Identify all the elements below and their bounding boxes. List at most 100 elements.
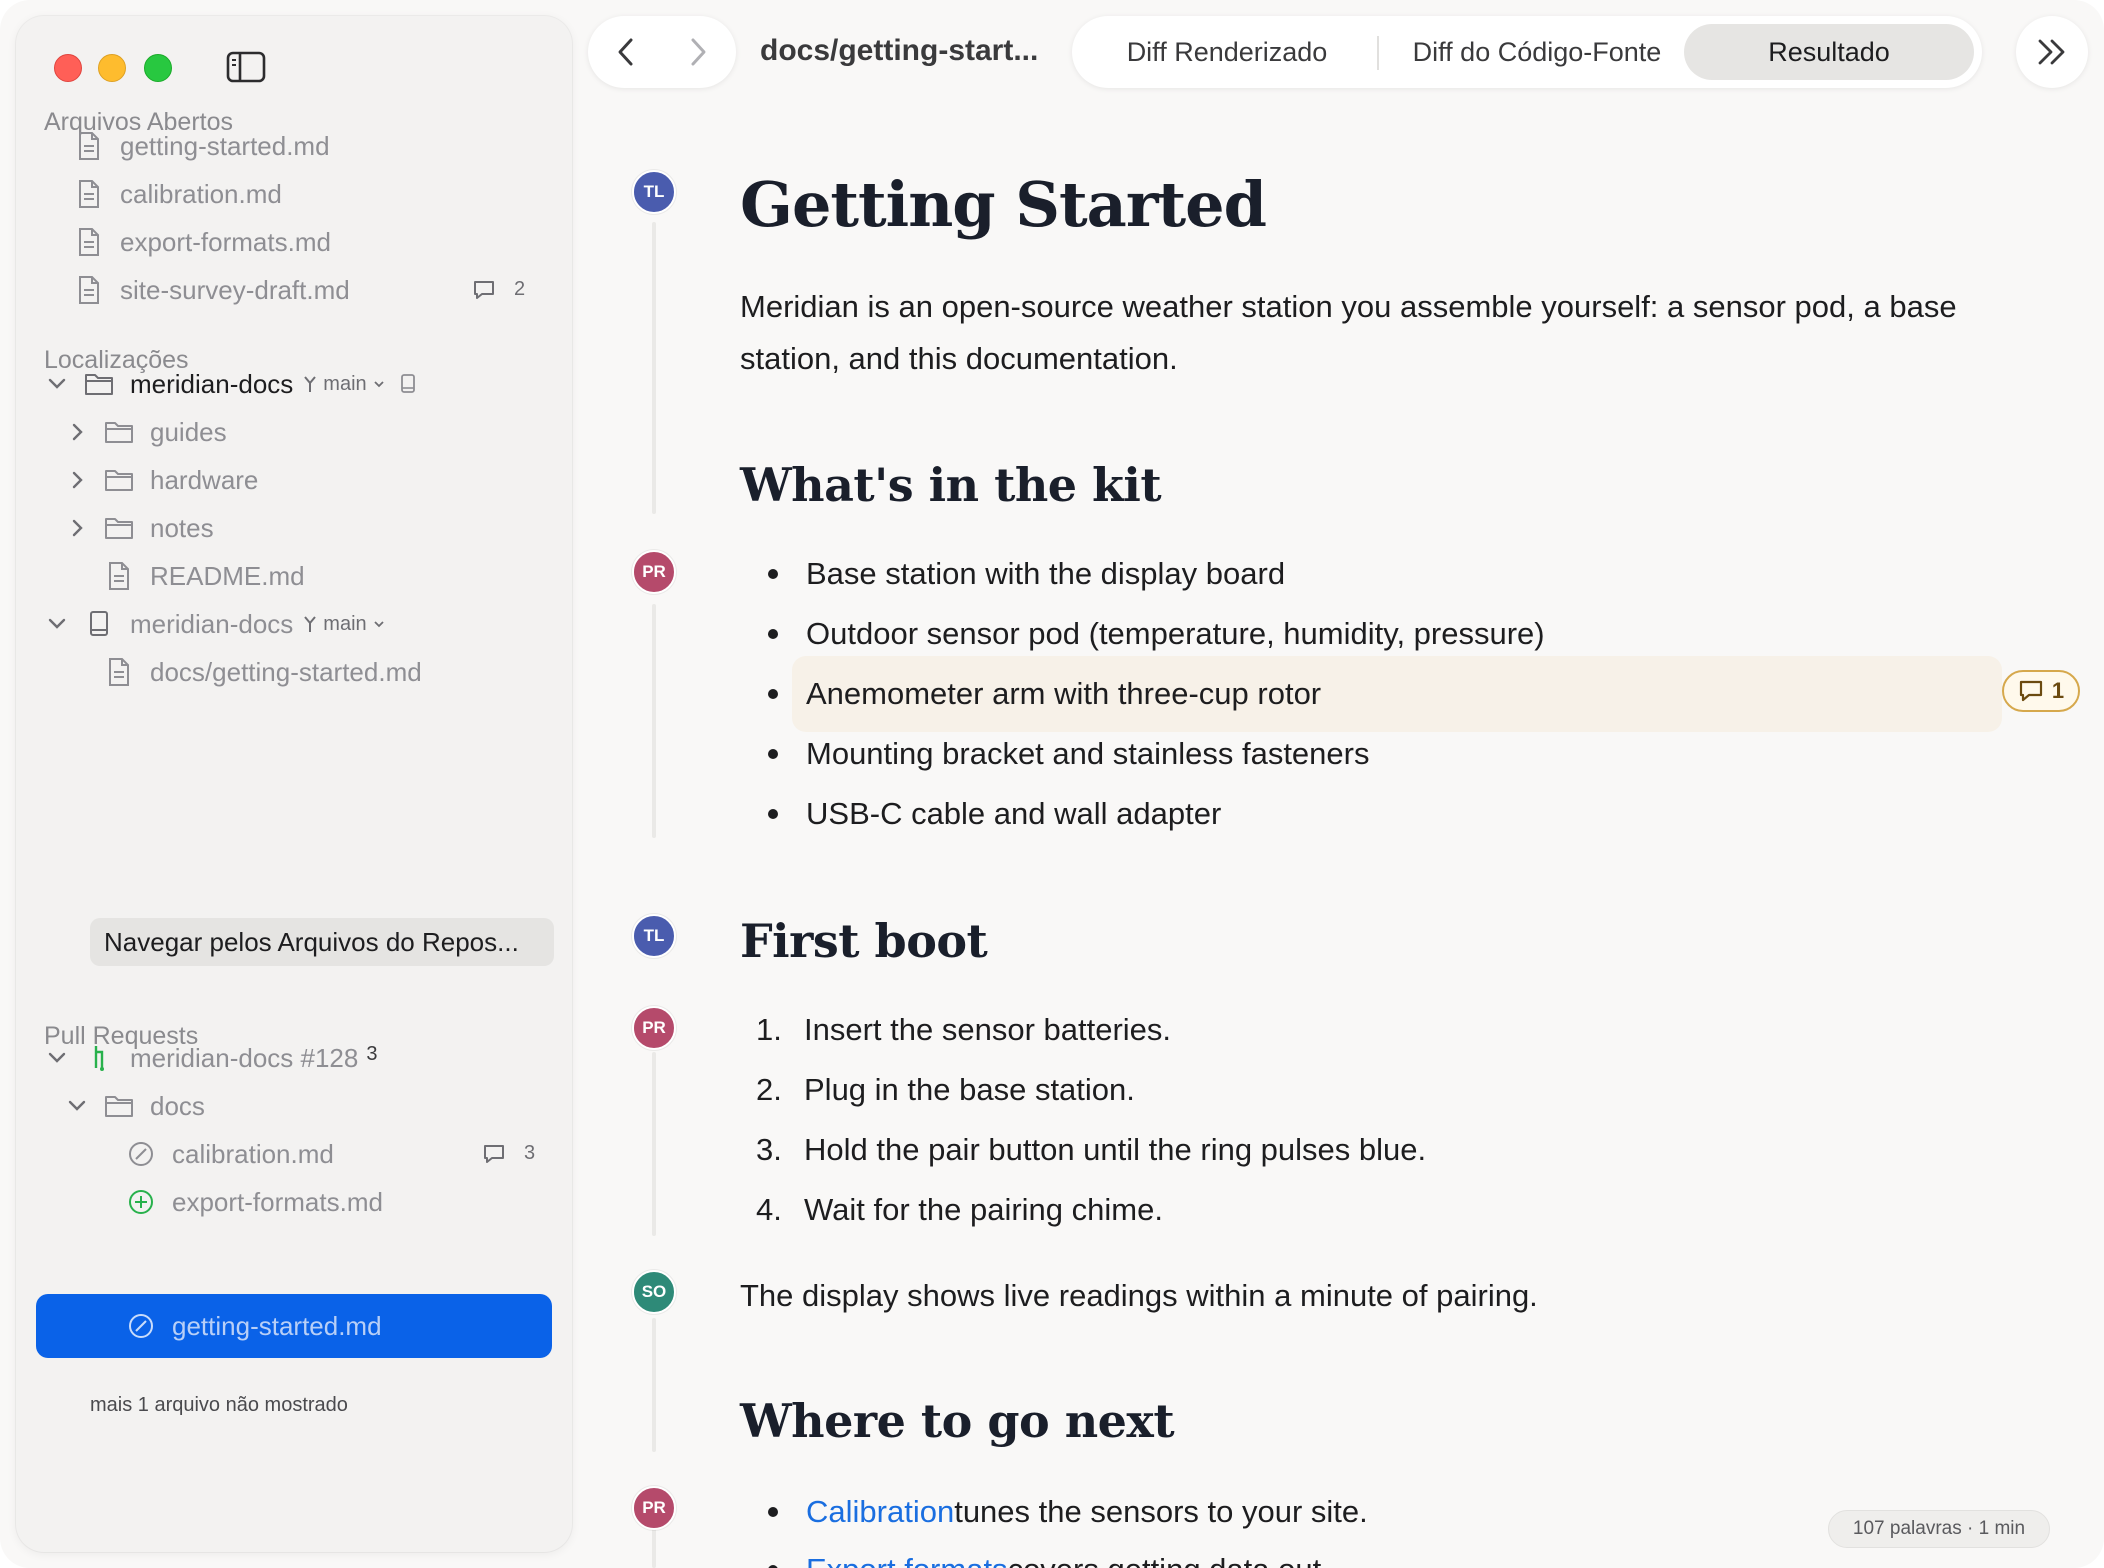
sidebar-toggle-icon[interactable] bbox=[226, 50, 266, 84]
first-boot-heading: First boot bbox=[740, 914, 988, 968]
document-icon bbox=[104, 656, 134, 688]
pr-file-label: getting-started.md bbox=[172, 1310, 382, 1341]
folder-icon bbox=[104, 1090, 134, 1122]
app-window: Arquivos Abertos getting-started.md cali… bbox=[0, 0, 2104, 1568]
back-button[interactable] bbox=[608, 34, 644, 70]
folder-icon bbox=[84, 368, 114, 400]
comment-count-label: 1 bbox=[2051, 678, 2065, 703]
open-file-item[interactable]: getting-started.md bbox=[74, 120, 330, 172]
open-file-item[interactable]: calibration.md bbox=[74, 168, 282, 220]
numbered-item: 4. Wait for the pairing chime. bbox=[756, 1192, 1163, 1227]
pr-file-label: export-formats.md bbox=[172, 1186, 383, 1217]
author-avatar[interactable]: TL bbox=[632, 914, 676, 958]
expand-panel-button[interactable] bbox=[2016, 16, 2088, 88]
word-count-badge: 107 palavras · 1 min bbox=[1828, 1510, 2050, 1548]
folder-icon bbox=[104, 512, 134, 544]
branch-name: main bbox=[323, 612, 367, 635]
kit-heading: What's in the kit bbox=[740, 458, 1162, 512]
chevron-down-icon[interactable] bbox=[46, 373, 68, 395]
intro-paragraph: Meridian is an open-source weather stati… bbox=[740, 289, 1957, 376]
author-avatar[interactable]: PR bbox=[632, 550, 676, 594]
open-file-item[interactable]: site-survey-draft.md bbox=[74, 264, 350, 316]
author-thread-line bbox=[652, 1052, 656, 1236]
document-icon bbox=[74, 226, 104, 258]
pr-file-item-selected-content[interactable]: getting-started.md bbox=[126, 1300, 382, 1352]
open-file-label: site-survey-draft.md bbox=[120, 274, 350, 305]
numbered-item: 2. Plug in the base station. bbox=[756, 1072, 1135, 1107]
folder-item-guides[interactable]: guides bbox=[66, 406, 227, 458]
author-avatar[interactable]: PR bbox=[632, 1006, 676, 1050]
browse-repo-files-button[interactable]: Navegar pelos Arquivos do Repos... bbox=[90, 918, 554, 966]
minimize-window-button[interactable] bbox=[98, 54, 126, 82]
repo-name: meridian-docs bbox=[130, 368, 294, 399]
branch-name: main bbox=[323, 372, 367, 395]
document-title: docs/getting-start... bbox=[760, 34, 1039, 67]
file-item-docs-getting-started[interactable]: docs/getting-started.md bbox=[104, 646, 422, 698]
forward-button[interactable] bbox=[680, 34, 716, 70]
open-file-item[interactable]: export-formats.md bbox=[74, 216, 331, 268]
zoom-window-button[interactable] bbox=[144, 54, 172, 82]
chevron-down-icon[interactable] bbox=[46, 1047, 68, 1069]
list-item: Calibration tunes the sensors to your si… bbox=[768, 1482, 1988, 1542]
folder-label: hardware bbox=[150, 464, 259, 495]
document-icon bbox=[74, 274, 104, 306]
pr-name: meridian-docs #128 bbox=[130, 1042, 359, 1073]
branch-selector[interactable]: main bbox=[303, 373, 416, 396]
close-window-button[interactable] bbox=[54, 54, 82, 82]
list-item: USB-C cable and wall adapter bbox=[768, 784, 1988, 844]
pr-file-label: calibration.md bbox=[172, 1138, 334, 1169]
inline-comment-badge[interactable]: 1 bbox=[2002, 670, 2080, 712]
book-icon bbox=[400, 374, 415, 393]
folder-label: docs bbox=[150, 1090, 205, 1121]
tab-rendered-diff[interactable]: Diff Renderizado bbox=[1082, 24, 1372, 80]
chevron-right-icon[interactable] bbox=[66, 517, 88, 539]
folder-item-hardware[interactable]: hardware bbox=[66, 454, 258, 506]
calibration-link[interactable]: Calibration bbox=[806, 1494, 954, 1530]
open-file-label: calibration.md bbox=[120, 178, 282, 209]
tab-result[interactable]: Resultado bbox=[1684, 24, 1974, 80]
document-icon bbox=[104, 560, 134, 592]
author-avatar[interactable]: TL bbox=[632, 170, 676, 214]
pr-item[interactable]: meridian-docs #128 3 bbox=[46, 1032, 377, 1084]
repo-name: meridian-docs bbox=[130, 608, 294, 639]
file-label: README.md bbox=[150, 560, 305, 591]
doc-title: Getting Started bbox=[740, 168, 1267, 241]
repo-item-meridian-docs-2[interactable]: meridian-docs main bbox=[46, 598, 385, 650]
file-item-readme[interactable]: README.md bbox=[104, 550, 305, 602]
comment-icon bbox=[2019, 680, 2042, 702]
comment-icon bbox=[474, 280, 494, 299]
open-file-label: getting-started.md bbox=[120, 130, 330, 161]
modified-status-icon bbox=[126, 1310, 156, 1342]
navigation-pill bbox=[588, 16, 736, 88]
file-label: docs/getting-started.md bbox=[150, 656, 422, 687]
author-avatar[interactable]: SO bbox=[632, 1270, 676, 1314]
chevron-right-icon[interactable] bbox=[66, 469, 88, 491]
author-avatar[interactable]: PR bbox=[632, 1486, 676, 1530]
more-files-note: mais 1 arquivo não mostrado bbox=[90, 1394, 348, 1416]
chevron-right-icon[interactable] bbox=[66, 421, 88, 443]
folder-item-notes[interactable]: notes bbox=[66, 502, 214, 554]
view-mode-segmented-control: Diff Renderizado Diff do Código-Fonte Re… bbox=[1072, 16, 1982, 88]
pr-file-item[interactable]: calibration.md bbox=[126, 1128, 334, 1180]
comment-count: 2 bbox=[472, 278, 525, 301]
chevron-down-icon bbox=[374, 621, 384, 628]
pr-file-item[interactable]: export-formats.md bbox=[126, 1176, 383, 1228]
next-steps-heading: Where to go next bbox=[740, 1394, 1175, 1448]
folder-item-docs[interactable]: docs bbox=[66, 1080, 205, 1132]
comment-icon bbox=[484, 1144, 504, 1163]
chevron-down-icon[interactable] bbox=[46, 613, 68, 635]
chevron-left-icon bbox=[618, 38, 633, 66]
repo-item-meridian-docs[interactable]: meridian-docs main bbox=[46, 358, 417, 410]
chevron-down-icon bbox=[374, 381, 384, 388]
tab-source-diff[interactable]: Diff do Código-Fonte bbox=[1382, 24, 1692, 80]
folder-label: guides bbox=[150, 416, 227, 447]
author-thread-line bbox=[652, 1528, 656, 1568]
sidebar: Arquivos Abertos getting-started.md cali… bbox=[16, 16, 572, 1552]
chevron-right-icon bbox=[691, 38, 706, 66]
book-icon bbox=[84, 608, 114, 640]
export-formats-link[interactable]: Export formats bbox=[806, 1552, 1008, 1568]
branch-selector[interactable]: main bbox=[303, 613, 384, 636]
branch-icon bbox=[304, 376, 317, 392]
list-item: Outdoor sensor pod (temperature, humidit… bbox=[768, 604, 1988, 664]
chevron-down-icon[interactable] bbox=[66, 1095, 88, 1117]
